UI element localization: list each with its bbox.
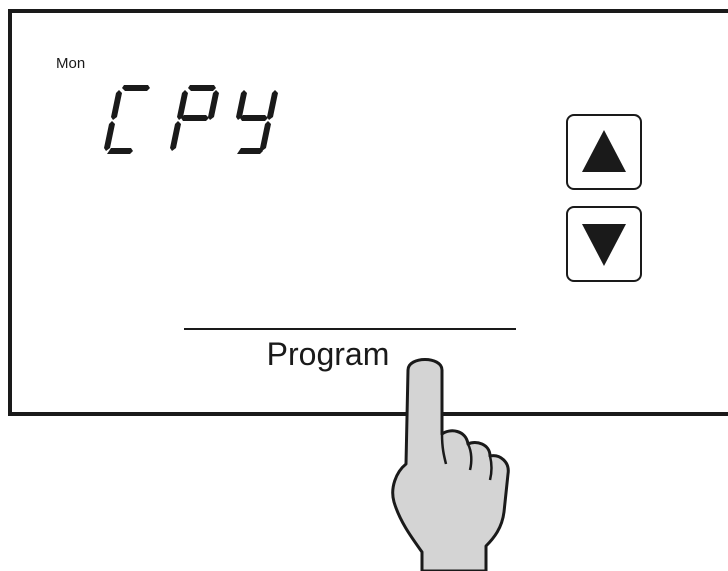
program-button-divider (184, 328, 516, 330)
day-label: Mon (56, 55, 86, 72)
up-button[interactable] (566, 114, 642, 190)
triangle-down-icon (582, 224, 626, 266)
triangle-up-icon (582, 130, 626, 172)
thermostat-illustration: Mon Program (0, 0, 728, 571)
down-button[interactable] (566, 206, 642, 282)
program-label: Program (266, 336, 390, 372)
pointing-hand-icon (391, 358, 510, 571)
segment-display-cpy (104, 85, 278, 154)
